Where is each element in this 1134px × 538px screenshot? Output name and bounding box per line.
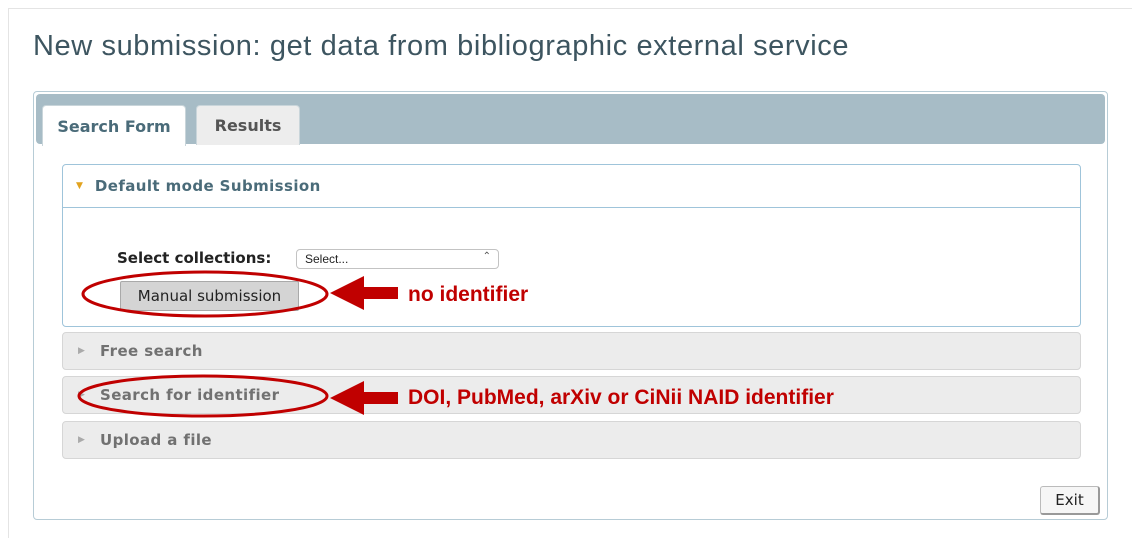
page-title: New submission: get data from bibliograp… — [33, 30, 850, 62]
tab-search-form[interactable]: Search Form — [42, 105, 186, 146]
annotation-identifier-types: DOI, PubMed, arXiv or CiNii NAID identif… — [408, 386, 834, 409]
triangle-right-icon: ▶ — [78, 390, 85, 400]
tab-results[interactable]: Results — [196, 105, 300, 145]
select-collections-label: Select collections: — [117, 249, 272, 267]
panel-free-search[interactable]: ▶ Free search — [62, 332, 1081, 370]
panel-default-mode-label: Default mode Submission — [94, 177, 321, 195]
triangle-down-icon: ▼ — [76, 181, 83, 191]
panel-upload-file[interactable]: ▶ Upload a file — [62, 421, 1081, 459]
annotation-no-identifier: no identifier — [408, 283, 529, 306]
triangle-right-icon: ▶ — [78, 346, 85, 356]
panel-default-mode: ▼ Default mode Submission Select collect… — [62, 164, 1081, 327]
updown-chevron-icon: ⌃ — [482, 251, 491, 262]
manual-submission-button[interactable]: Manual submission — [120, 281, 299, 311]
panel-upload-file-label: Upload a file — [100, 431, 212, 449]
triangle-right-icon: ▶ — [78, 435, 85, 445]
panel-search-identifier-label: Search for identifier — [100, 386, 280, 404]
exit-button[interactable]: Exit — [1040, 486, 1100, 515]
panel-free-search-label: Free search — [100, 342, 203, 360]
tab-bar: Search Form Results — [36, 94, 1105, 146]
panel-default-mode-header[interactable]: ▼ Default mode Submission — [63, 165, 1080, 208]
collections-select-value: Select... — [305, 252, 349, 266]
collections-select[interactable]: Select... ⌃ — [296, 249, 499, 269]
